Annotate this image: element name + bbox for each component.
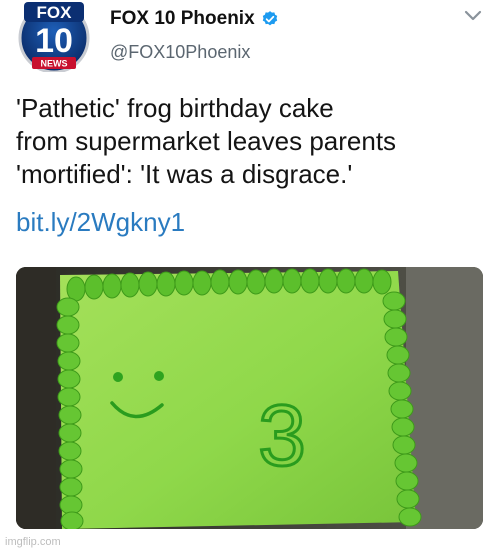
fox10-logo-avatar[interactable]: FOX 10 NEWS bbox=[14, 0, 94, 74]
imgflip-watermark: imgflip.com bbox=[5, 536, 61, 548]
account-handle[interactable]: @FOX10Phoenix bbox=[110, 42, 250, 63]
svg-text:FOX: FOX bbox=[37, 3, 73, 22]
tweet-text: 'Pathetic' frog birthday cake from super… bbox=[16, 92, 486, 191]
tweet-text-line: 'Pathetic' frog birthday cake bbox=[16, 93, 334, 123]
tweet-media-cake-photo[interactable]: 3 bbox=[16, 267, 483, 529]
tweet-text-line: from supermarket leaves parents bbox=[16, 126, 397, 156]
account-name-row: FOX 10 Phoenix bbox=[110, 6, 279, 32]
display-name[interactable]: FOX 10 Phoenix bbox=[110, 8, 255, 30]
chevron-down-icon[interactable] bbox=[464, 10, 482, 22]
verified-badge-icon bbox=[262, 11, 277, 26]
tweet-card: FOX 10 NEWS FOX 10 Phoenix @FOX10Phoenix… bbox=[0, 0, 500, 552]
svg-text:10: 10 bbox=[35, 22, 73, 60]
tweet-link[interactable]: bit.ly/2Wgkny1 bbox=[16, 207, 185, 238]
cake-number: 3 bbox=[258, 388, 306, 484]
tweet-text-line: 'mortified': 'It was a disgrace.' bbox=[16, 159, 353, 189]
svg-text:NEWS: NEWS bbox=[41, 59, 68, 69]
